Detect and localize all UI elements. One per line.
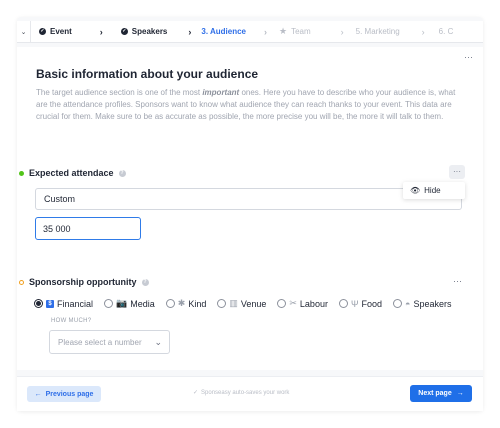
desc-emphasis: important: [202, 88, 240, 97]
attendance-label-text: Expected attendace: [29, 168, 114, 178]
sponsorship-more-icon[interactable]: ···: [453, 276, 462, 286]
speaker-icon: ◓: [405, 298, 411, 309]
step-label: 3. Audience: [201, 27, 246, 36]
chevron-right-icon: ›: [264, 26, 267, 37]
arrow-right-icon: →: [456, 390, 464, 397]
step-speakers[interactable]: ✓ Speakers ›: [120, 21, 192, 42]
hide-menu-item[interactable]: 👁 Hide: [403, 182, 465, 199]
chevron-right-icon: ›: [99, 26, 103, 37]
camera-icon: 📷: [116, 298, 128, 308]
attendance-label: Expected attendace ?: [19, 168, 126, 178]
step-label: 6. C: [438, 27, 454, 36]
check-icon: ✓: [39, 28, 46, 35]
step-audience[interactable]: 3. Audience ›: [201, 21, 267, 42]
radio-label: Media: [130, 298, 155, 309]
radio-label: Kind: [188, 298, 207, 309]
sponsorship-label-text: Sponsorship opportunity: [29, 277, 137, 287]
radio-circle[interactable]: [34, 299, 43, 308]
tools-icon: ✂: [289, 298, 297, 308]
status-dot-orange: [19, 279, 24, 285]
step-marketing[interactable]: 5. Marketing ›: [356, 21, 425, 42]
attendance-more-button[interactable]: ···: [449, 165, 465, 179]
card-more-icon[interactable]: ···: [464, 52, 473, 62]
double-chevron-icon[interactable]: ⌄: [17, 21, 31, 42]
chevron-right-icon: ›: [340, 26, 344, 37]
fork-knife-icon: Ψ: [350, 298, 359, 309]
radio-label: Venue: [240, 298, 267, 309]
next-page-button[interactable]: Next page →: [410, 385, 472, 402]
hide-eye-icon: 👁: [410, 186, 421, 195]
section-description: The target audience section is one of th…: [36, 87, 466, 123]
radio-media[interactable]: 📷 Media: [104, 298, 155, 309]
radio-circle[interactable]: [277, 299, 287, 308]
step-label: Speakers: [131, 27, 168, 36]
next-page-label: Next page: [418, 390, 452, 397]
radio-kind[interactable]: ✱ Kind: [165, 298, 207, 309]
radio-label: Speakers: [413, 298, 452, 309]
asterisk-icon: ✱: [177, 298, 186, 308]
radio-venue[interactable]: ▥ Venue: [217, 298, 266, 309]
step-team[interactable]: ★ Team ›: [279, 21, 344, 42]
financial-icon: $: [46, 299, 54, 308]
step-6[interactable]: 6. C: [439, 21, 454, 42]
radio-circle[interactable]: [165, 299, 175, 308]
attendance-select[interactable]: Custom: [35, 188, 462, 210]
step-label: Team: [291, 27, 311, 36]
radio-circle[interactable]: [393, 299, 402, 308]
number-select[interactable]: Please select a number ⌄: [49, 330, 170, 354]
building-icon: ▥: [229, 298, 238, 308]
radio-food[interactable]: Ψ Food: [338, 298, 382, 309]
attendance-number-input[interactable]: 35 000: [35, 217, 141, 240]
number-select-placeholder: Please select a number: [58, 337, 142, 347]
autosave-status: ✓ Sponseasy auto-saves your work: [193, 389, 290, 397]
arrow-left-icon: ←: [34, 390, 42, 398]
step-label: 5. Marketing: [355, 27, 400, 36]
help-icon[interactable]: ?: [118, 169, 126, 177]
sponsorship-label: Sponsorship opportunity ?: [19, 277, 149, 287]
check-icon: ✓: [193, 390, 199, 396]
radio-circle[interactable]: [104, 299, 114, 308]
stepper: ⌄ ✓ Event › ✓ Speakers › 3. Audience › ★…: [17, 21, 483, 43]
chevron-right-icon: ›: [188, 26, 192, 37]
how-much-label: HOW MUCH?: [51, 318, 92, 324]
attendance-input-value: 35 000: [43, 223, 71, 234]
radio-circle[interactable]: [338, 299, 348, 308]
step-label: Event: [50, 27, 72, 36]
radio-label: Food: [361, 298, 382, 309]
desc-part-1: The target audience section is one of th…: [36, 88, 203, 97]
radio-label: Labour: [299, 298, 328, 309]
previous-page-label: Previous page: [45, 390, 94, 398]
radio-label: Financial: [57, 298, 94, 309]
previous-page-button[interactable]: ← Previous page: [27, 386, 101, 402]
chevron-down-icon: ⌄: [154, 336, 162, 347]
autosave-text: Sponseasy auto-saves your work: [201, 389, 290, 396]
radio-circle[interactable]: [217, 299, 227, 308]
radio-speakers[interactable]: ◓ Speakers: [393, 299, 451, 309]
check-icon: ✓: [120, 28, 128, 35]
chevron-right-icon: ›: [421, 26, 425, 37]
sponsorship-radio-group: $ Financial 📷 Media ✱ Kind ▥ Venue ✂ Lab…: [34, 298, 451, 309]
step-event[interactable]: ✓ Event ›: [39, 21, 103, 42]
hide-label: Hide: [424, 186, 441, 195]
page-title: Basic information about your audience: [36, 67, 259, 81]
star-icon: ★: [279, 26, 288, 36]
status-dot-green: [19, 170, 24, 176]
help-icon[interactable]: ?: [141, 278, 149, 286]
attendance-select-value: Custom: [44, 194, 76, 204]
radio-financial[interactable]: $ Financial: [34, 299, 93, 309]
radio-labour[interactable]: ✂ Labour: [277, 298, 328, 309]
